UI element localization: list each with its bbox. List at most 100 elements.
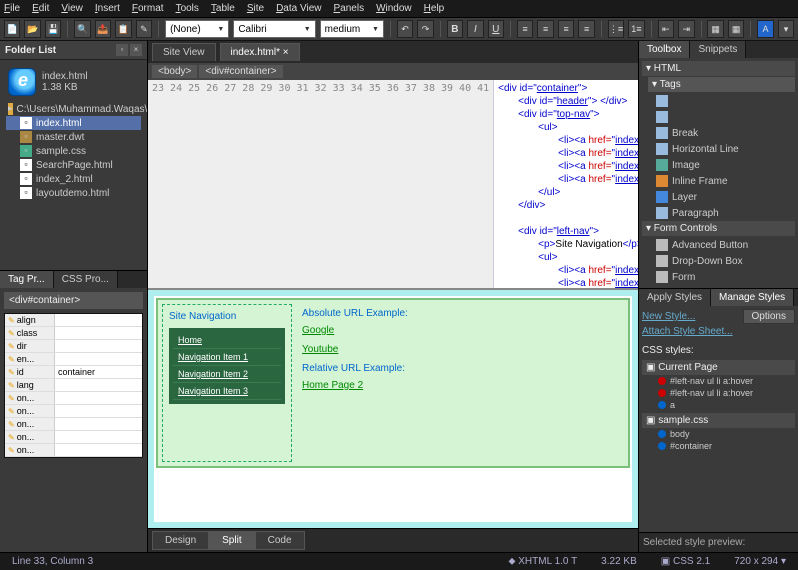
property-row[interactable]: ✎dir [5,340,142,353]
property-row[interactable]: ✎on... [5,431,142,444]
menu-data-view[interactable]: Data View [276,3,321,14]
preview-nav-link[interactable]: Navigation Item 2 [173,366,281,383]
toolbox-item[interactable] [642,109,795,125]
toolbox-item[interactable]: Image [642,157,795,173]
font-color-button[interactable]: ▾ [778,20,794,38]
menu-table[interactable]: Table [211,3,235,14]
format-button[interactable]: ✎ [136,20,152,38]
property-row[interactable]: ✎lang [5,379,142,392]
menu-view[interactable]: View [61,3,83,14]
style-rule[interactable]: body [642,428,795,440]
bullets-button[interactable]: ⋮≡ [608,20,624,38]
menu-format[interactable]: Format [132,3,164,14]
style-select[interactable]: (None)▼ [165,20,229,38]
property-row[interactable]: ✎idcontainer [5,366,142,379]
menu-help[interactable]: Help [424,3,445,14]
toolbox-item[interactable]: Advanced Button [642,237,795,253]
tag-tab[interactable]: Tag Pr... [0,271,54,288]
file-item[interactable]: ▫index.html [6,116,141,130]
toolbox-item[interactable]: Paragraph [642,205,795,221]
menu-site[interactable]: Site [247,3,264,14]
property-row[interactable]: ✎align [5,314,142,327]
style-rule[interactable]: #left-nav ul li a:hover [642,375,795,387]
preview-nav-link[interactable]: Home [173,332,281,349]
design-preview[interactable]: Site Navigation HomeNavigation Item 1Nav… [148,290,638,528]
sample-css-group[interactable]: ▣ sample.css [642,413,795,428]
breadcrumb-item[interactable]: <div#container> [199,65,282,78]
options-button[interactable]: Options [743,309,795,324]
align-left-button[interactable]: ≡ [517,20,533,38]
close-tab-icon[interactable]: × [280,47,289,58]
toolbox-item[interactable]: Drop-Down Box [642,253,795,269]
font-select[interactable]: Calibri▼ [233,20,315,38]
tag-tab[interactable]: CSS Pro... [54,271,118,288]
bold-button[interactable]: B [447,20,463,38]
property-row[interactable]: ✎on... [5,418,142,431]
outdent-button[interactable]: ⇤ [658,20,674,38]
indent-button[interactable]: ⇥ [678,20,694,38]
highlight-button[interactable]: A [757,20,773,38]
file-item[interactable]: ▫master.dwt [6,130,141,144]
toolbox-tab[interactable]: Snippets [690,41,746,58]
toolbox-item[interactable] [642,93,795,109]
folder-root[interactable]: ▸C:\Users\Muhammad.Waqas\Do [6,102,141,116]
view-tab-code[interactable]: Code [255,531,305,550]
styles-tab[interactable]: Apply Styles [639,289,711,306]
preview-link[interactable]: Google [302,325,620,336]
code-editor[interactable]: 23 24 25 26 27 28 29 30 31 32 33 34 35 3… [148,80,638,290]
toolbox-tab[interactable]: Toolbox [639,41,690,58]
toolbox-group[interactable]: ▾ Tags [648,77,795,92]
open-button[interactable]: 📂 [24,20,40,38]
status-css-schema[interactable]: ▣ CSS 2.1 [655,555,716,568]
underline-button[interactable]: U [488,20,504,38]
file-item[interactable]: ▫layoutdemo.html [6,186,141,200]
numbering-button[interactable]: 1≡ [628,20,644,38]
align-right-button[interactable]: ≡ [558,20,574,38]
property-row[interactable]: ✎class [5,327,142,340]
size-select[interactable]: medium▼ [320,20,384,38]
preview-button[interactable]: 🔍 [74,20,90,38]
file-item[interactable]: ▫SearchPage.html [6,158,141,172]
undo-button[interactable]: ↶ [397,20,413,38]
file-item[interactable]: ▫index_2.html [6,172,141,186]
tag-selector[interactable]: <div#container> [4,292,143,309]
styles-tab[interactable]: Manage Styles [711,289,794,306]
redo-button[interactable]: ↷ [417,20,433,38]
toolbox-group[interactable]: ▾ Form Controls [642,221,795,236]
preview-link[interactable]: Home Page 2 [302,380,620,391]
preview-link[interactable]: Youtube [302,344,620,355]
toolbox-item[interactable]: Layer [642,189,795,205]
borders-button[interactable]: ▦ [707,20,723,38]
panel-close-icon[interactable]: × [130,44,142,56]
align-center-button[interactable]: ≡ [537,20,553,38]
preview-nav-link[interactable]: Navigation Item 3 [173,383,281,400]
breadcrumb-item[interactable]: <body> [152,65,197,78]
toolbox-item[interactable]: Break [642,125,795,141]
property-row[interactable]: ✎on... [5,392,142,405]
panel-pin-icon[interactable]: ▫ [116,44,128,56]
menu-edit[interactable]: Edit [32,3,49,14]
style-rule[interactable]: a [642,399,795,411]
toolbox-item[interactable]: Inline Frame [642,173,795,189]
insert-table-button[interactable]: ▦ [728,20,744,38]
menu-insert[interactable]: Insert [95,3,120,14]
property-row[interactable]: ✎en... [5,353,142,366]
menu-file[interactable]: File [4,3,20,14]
property-row[interactable]: ✎on... [5,444,142,457]
document-tab[interactable]: Site View [152,43,216,61]
menu-tools[interactable]: Tools [176,3,199,14]
publish-button[interactable]: 📤 [95,20,111,38]
status-doctype[interactable]: ⬥ XHTML 1.0 T [502,555,583,568]
document-tab[interactable]: index.html* × [220,43,300,61]
menu-window[interactable]: Window [376,3,412,14]
view-tab-split[interactable]: Split [209,531,254,550]
preview-nav-link[interactable]: Navigation Item 1 [173,349,281,366]
toolbox-group[interactable]: ▾ HTML [642,61,795,76]
view-tab-design[interactable]: Design [152,531,209,550]
menu-panels[interactable]: Panels [333,3,364,14]
italic-button[interactable]: I [467,20,483,38]
save-button[interactable]: 💾 [45,20,61,38]
paste-button[interactable]: 📋 [115,20,131,38]
align-justify-button[interactable]: ≡ [578,20,594,38]
toolbox-item[interactable]: Form [642,269,795,285]
